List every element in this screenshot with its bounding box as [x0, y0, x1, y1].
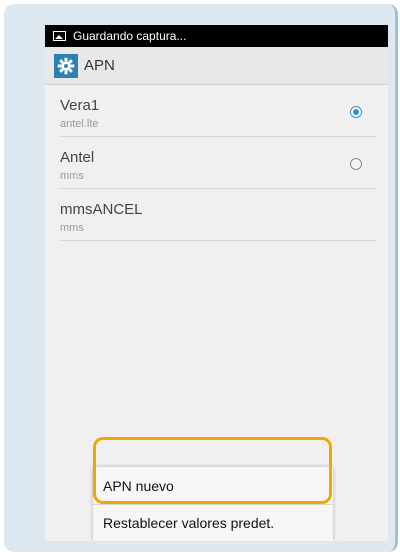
status-bar: Guardando captura... — [45, 25, 388, 47]
apn-item-antel[interactable]: Antel mms — [60, 137, 376, 189]
action-bar: APN — [45, 47, 388, 85]
overflow-menu: APN nuevo Restablecer valores predet. — [93, 467, 333, 541]
image-icon — [53, 31, 66, 41]
settings-gear-icon[interactable] — [54, 53, 78, 78]
apn-name: Vera1 — [60, 97, 100, 114]
page-title: APN — [84, 57, 115, 74]
menu-item-reset-defaults[interactable]: Restablecer valores predet. — [93, 504, 333, 541]
apn-item-mmsancel[interactable]: mmsANCEL mms — [60, 189, 376, 241]
apn-name: Antel — [60, 149, 95, 166]
status-text: Guardando captura... — [73, 29, 187, 43]
apn-radio-selected[interactable] — [350, 106, 362, 118]
menu-item-new-apn[interactable]: APN nuevo — [93, 467, 333, 504]
apn-name: mmsANCEL — [60, 201, 143, 218]
apn-list: Vera1 antel.lte Antel mms mmsANCEL mms — [45, 85, 388, 241]
apn-type: mms — [60, 170, 84, 182]
apn-radio[interactable] — [350, 158, 362, 170]
apn-type: mms — [60, 222, 84, 234]
phone-screen: Guardando captura... APN Vera1 antel.lte… — [45, 25, 388, 541]
apn-type: antel.lte — [60, 118, 99, 130]
apn-item-vera1[interactable]: Vera1 antel.lte — [60, 85, 376, 137]
